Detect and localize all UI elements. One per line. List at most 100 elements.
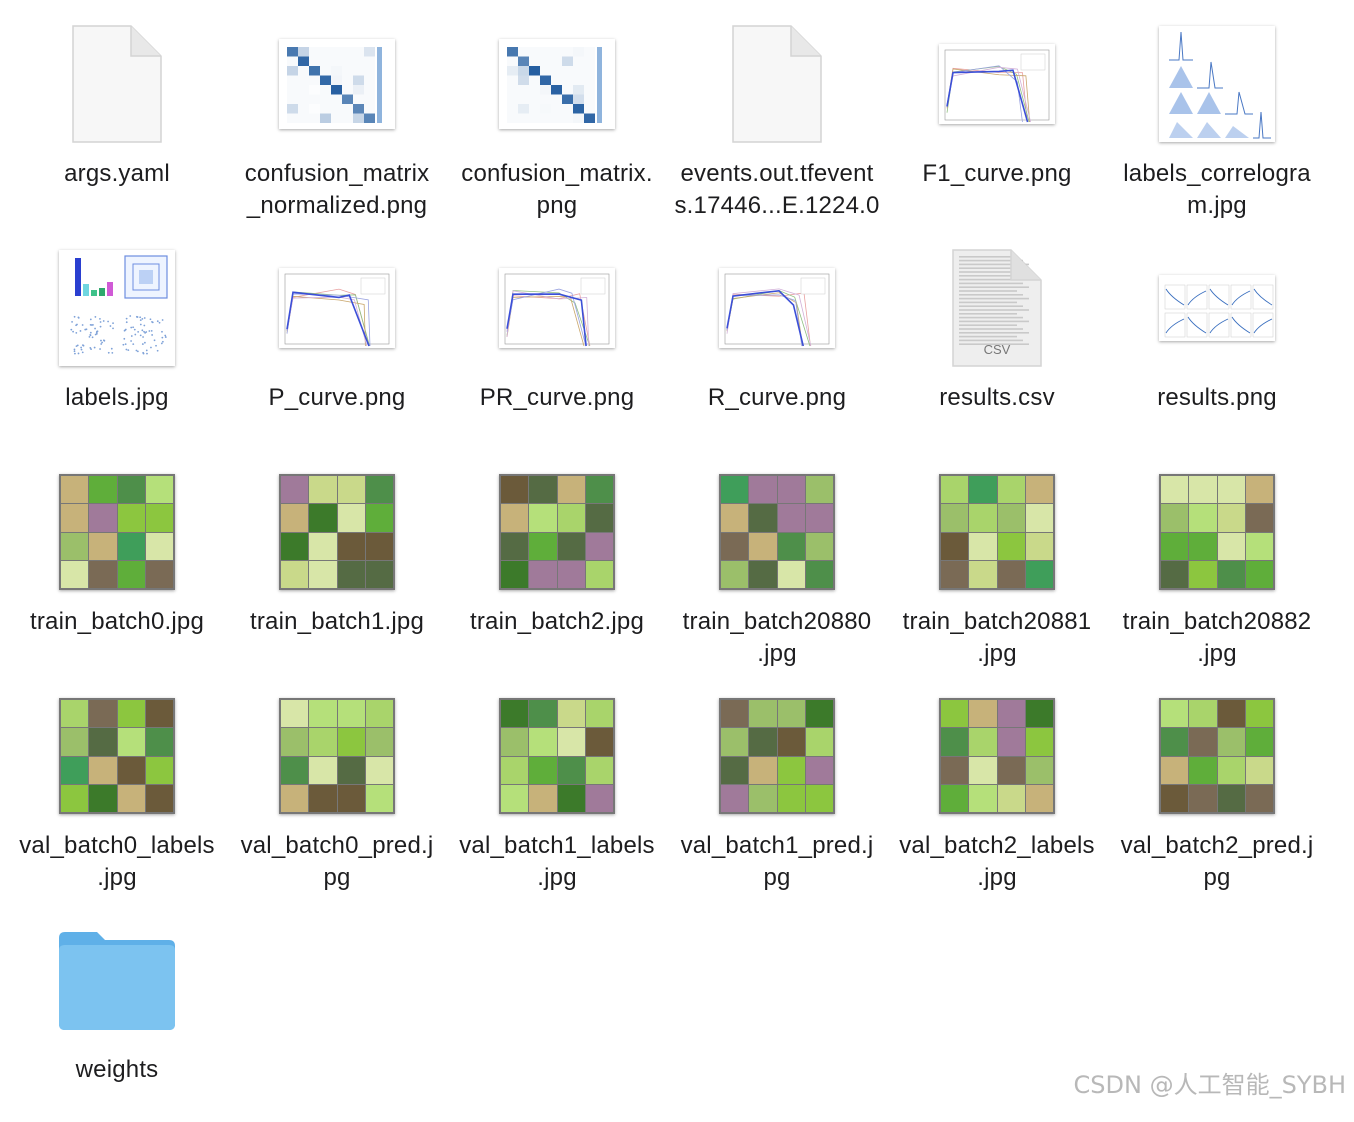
file-name: val_batch0_labels .jpg — [19, 832, 215, 891]
file-name: train_batch20882 .jpg — [1122, 608, 1312, 667]
batch-image-thumbnail — [1159, 474, 1275, 590]
file-thumbnail[interactable] — [497, 470, 617, 594]
file-item[interactable]: val_batch1_labels .jpg — [447, 674, 667, 898]
file-name: P_curve.png — [268, 384, 406, 411]
csv-document-icon: CSV — [952, 249, 1042, 367]
batch-image-thumbnail — [499, 474, 615, 590]
file-thumbnail[interactable] — [717, 246, 837, 370]
file-item[interactable]: PR_curve.png — [447, 226, 667, 450]
file-item[interactable]: train_batch1.jpg — [227, 450, 447, 674]
batch-image-thumbnail — [59, 698, 175, 814]
file-name: val_batch0_pred.j pg — [240, 832, 434, 891]
file-name: args.yaml — [64, 160, 170, 187]
file-item[interactable]: results.png — [1107, 226, 1327, 450]
batch-image-thumbnail — [939, 698, 1055, 814]
results-plot-thumbnail — [1159, 275, 1275, 341]
file-thumbnail[interactable] — [57, 694, 177, 818]
file-item[interactable]: confusion_matrix _normalized.png — [227, 2, 447, 226]
file-name: train_batch2.jpg — [470, 608, 644, 635]
file-thumbnail[interactable] — [1157, 246, 1277, 370]
confusion-matrix-thumbnail — [279, 39, 395, 129]
file-thumbnail[interactable] — [937, 694, 1057, 818]
file-name: val_batch1_pred.j pg — [680, 832, 874, 891]
file-item[interactable]: train_batch2.jpg — [447, 450, 667, 674]
file-thumbnail[interactable] — [1157, 22, 1277, 146]
file-item[interactable]: args.yaml — [7, 2, 227, 226]
file-item[interactable]: train_batch20880 .jpg — [667, 450, 887, 674]
file-thumbnail[interactable] — [277, 22, 397, 146]
folder-icon — [59, 932, 175, 1030]
file-name: val_batch2_pred.j pg — [1120, 832, 1314, 891]
batch-image-thumbnail — [279, 698, 395, 814]
batch-image-thumbnail — [719, 474, 835, 590]
curve-plot-thumbnail — [279, 268, 395, 348]
file-name: train_batch0.jpg — [30, 608, 204, 635]
file-name: events.out.tfevent s.17446...E.1224.0 — [674, 160, 880, 219]
file-item[interactable]: confusion_matrix. png — [447, 2, 667, 226]
file-thumbnail[interactable] — [277, 470, 397, 594]
file-name: confusion_matrix _normalized.png — [244, 160, 430, 219]
document-icon — [72, 25, 162, 143]
file-name: labels_correlogra m.jpg — [1123, 160, 1311, 219]
file-item[interactable]: labels_correlogra m.jpg — [1107, 2, 1327, 226]
correlogram-thumbnail — [1159, 26, 1275, 142]
file-thumbnail[interactable] — [717, 22, 837, 146]
file-name: train_batch20880 .jpg — [682, 608, 872, 667]
batch-image-thumbnail — [279, 474, 395, 590]
file-grid: args.yaml confusion_matrix _normalized.pn… — [0, 0, 1354, 1108]
file-thumbnail[interactable] — [57, 246, 177, 370]
file-item[interactable]: val_batch0_labels .jpg — [7, 674, 227, 898]
file-thumbnail[interactable]: CSV — [937, 246, 1057, 370]
file-item[interactable]: F1_curve.png — [887, 2, 1107, 226]
batch-image-thumbnail — [59, 474, 175, 590]
batch-image-thumbnail — [939, 474, 1055, 590]
file-name: train_batch20881 .jpg — [902, 608, 1092, 667]
file-name: results.csv — [939, 384, 1055, 411]
file-thumbnail[interactable] — [497, 246, 617, 370]
file-item[interactable]: train_batch0.jpg — [7, 450, 227, 674]
file-item[interactable]: val_batch2_pred.j pg — [1107, 674, 1327, 898]
file-thumbnail[interactable] — [717, 470, 837, 594]
file-thumbnail[interactable] — [277, 246, 397, 370]
file-name: confusion_matrix. png — [461, 160, 653, 219]
document-icon — [732, 25, 822, 143]
file-thumbnail[interactable] — [1157, 470, 1277, 594]
file-item[interactable]: train_batch20882 .jpg — [1107, 450, 1327, 674]
file-thumbnail[interactable] — [277, 694, 397, 818]
file-item[interactable]: weights — [7, 898, 227, 1122]
file-item[interactable]: events.out.tfevent s.17446...E.1224.0 — [667, 2, 887, 226]
file-thumbnail[interactable] — [937, 22, 1057, 146]
svg-text:CSV: CSV — [984, 342, 1011, 357]
batch-image-thumbnail — [499, 698, 615, 814]
file-thumbnail[interactable] — [57, 470, 177, 594]
file-thumbnail[interactable] — [1157, 694, 1277, 818]
curve-plot-thumbnail — [719, 268, 835, 348]
file-item[interactable]: train_batch20881 .jpg — [887, 450, 1107, 674]
labels-thumbnail — [59, 250, 175, 366]
file-thumbnail[interactable] — [497, 694, 617, 818]
file-thumbnail[interactable] — [57, 918, 177, 1042]
curve-plot-thumbnail — [499, 268, 615, 348]
file-item[interactable]: CSV results.csv — [887, 226, 1107, 450]
file-name: R_curve.png — [707, 384, 847, 411]
file-name: val_batch2_labels .jpg — [899, 832, 1095, 891]
file-name: PR_curve.png — [479, 384, 635, 411]
file-name: F1_curve.png — [922, 160, 1072, 187]
curve-plot-thumbnail — [939, 44, 1055, 124]
file-thumbnail[interactable] — [497, 22, 617, 146]
file-name: weights — [75, 1056, 159, 1083]
file-thumbnail[interactable] — [937, 470, 1057, 594]
file-item[interactable]: R_curve.png — [667, 226, 887, 450]
file-thumbnail[interactable] — [717, 694, 837, 818]
file-item[interactable]: val_batch0_pred.j pg — [227, 674, 447, 898]
batch-image-thumbnail — [719, 698, 835, 814]
watermark: CSDN @人工智能_SYBH — [1073, 1071, 1346, 1099]
file-item[interactable]: labels.jpg — [7, 226, 227, 450]
file-item[interactable]: val_batch1_pred.j pg — [667, 674, 887, 898]
file-item[interactable]: val_batch2_labels .jpg — [887, 674, 1107, 898]
confusion-matrix-thumbnail — [499, 39, 615, 129]
file-item[interactable]: P_curve.png — [227, 226, 447, 450]
file-thumbnail[interactable] — [57, 22, 177, 146]
file-name: labels.jpg — [65, 384, 169, 411]
batch-image-thumbnail — [1159, 698, 1275, 814]
